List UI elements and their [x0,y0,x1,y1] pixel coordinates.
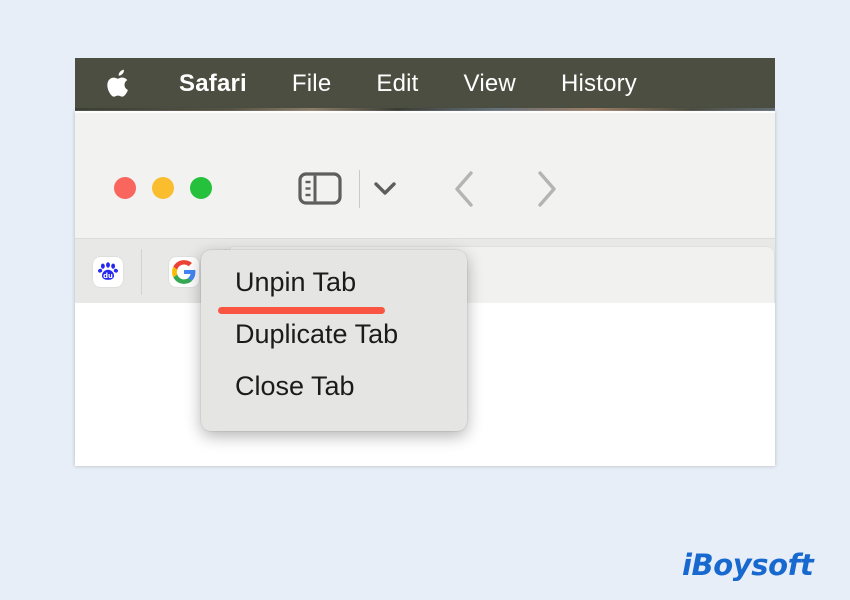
baidu-favicon-icon: du [93,256,123,287]
svg-text:du: du [103,271,113,279]
unpin-tab-annotation-underline [218,307,385,314]
pinned-tab-baidu[interactable]: du [75,239,141,304]
chevron-right-icon[interactable] [533,169,559,209]
menubar-item-history[interactable]: History [561,70,637,98]
tab-context-menu: Unpin Tab Duplicate Tab Close Tab [201,250,467,431]
menubar-item-edit[interactable]: Edit [376,70,418,98]
window-zoom-button[interactable] [190,177,212,199]
iboysoft-watermark: iBoysoft [682,548,814,582]
toolbar-divider [359,170,360,208]
apple-logo-icon[interactable] [105,69,131,99]
window-minimize-button[interactable] [152,177,174,199]
context-menu-item-unpin-tab[interactable]: Unpin Tab [201,256,467,308]
safari-toolbar [75,113,775,238]
chevron-left-icon[interactable] [452,169,478,209]
menubar-item-view[interactable]: View [464,70,516,98]
macos-menu-bar: Safari File Edit View History [75,58,775,110]
window-close-button[interactable] [114,177,136,199]
context-menu-item-close-tab[interactable]: Close Tab [201,360,467,412]
menubar-item-safari[interactable]: Safari [179,70,247,98]
context-menu-item-duplicate-tab[interactable]: Duplicate Tab [201,308,467,360]
google-favicon-icon [169,256,199,287]
menubar-item-file[interactable]: File [292,70,331,98]
chevron-down-icon[interactable] [372,179,398,198]
sidebar-toggle-icon[interactable] [298,172,342,205]
